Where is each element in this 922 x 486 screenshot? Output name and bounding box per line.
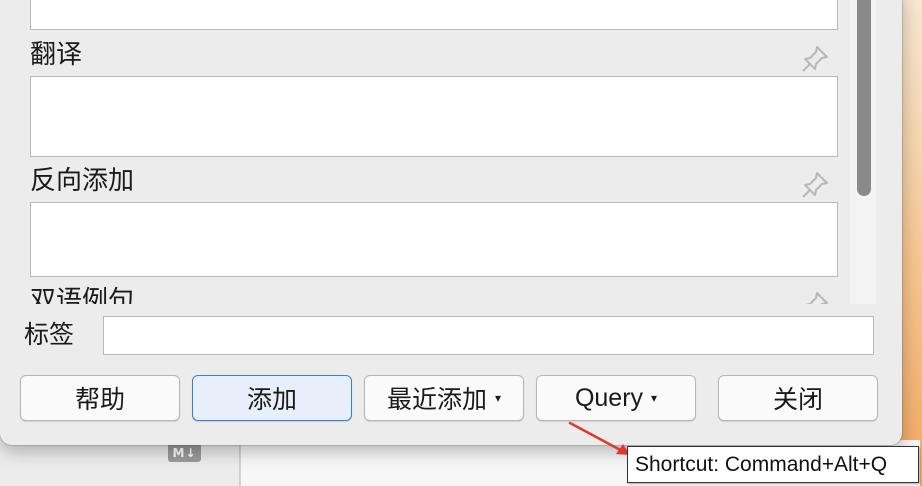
shortcut-tooltip: Shortcut: Command+Alt+Q — [627, 446, 919, 483]
field-input-previous[interactable] — [30, 0, 838, 30]
close-button-label: 关闭 — [772, 385, 823, 414]
add-button-label: 添加 — [246, 385, 297, 414]
help-button-label: 帮助 — [74, 385, 125, 414]
add-note-dialog: 翻译 反向添加 双语例句 标签 帮助 添加 最近添加 ▾ Query ▾ 关闭 — [0, 0, 902, 445]
caret-down-icon: ▾ — [494, 391, 502, 405]
recent-add-button-label: 最近添加 — [386, 385, 487, 414]
scrollbar-thumb[interactable] — [857, 0, 871, 196]
help-button[interactable]: 帮助 — [20, 375, 180, 421]
pin-icon[interactable] — [798, 168, 832, 202]
caret-down-icon: ▾ — [651, 391, 658, 405]
tags-label: 标签 — [24, 320, 75, 349]
tags-input[interactable] — [103, 316, 874, 355]
query-button-label: Query — [574, 383, 644, 412]
close-button[interactable]: 关闭 — [718, 375, 878, 421]
field-label-reverse-add: 反向添加 — [30, 166, 135, 196]
field-label-translation: 翻译 — [30, 40, 83, 70]
recent-add-button[interactable]: 最近添加 ▾ — [364, 375, 524, 421]
fields-scroll-area[interactable]: 翻译 反向添加 双语例句 — [0, 0, 876, 304]
field-label-bilingual-examples: 双语例句 — [30, 286, 135, 304]
markdown-badge: M↓ — [168, 443, 201, 462]
pin-icon[interactable] — [798, 42, 832, 76]
pin-icon[interactable] — [798, 288, 832, 304]
add-button[interactable]: 添加 — [192, 375, 352, 421]
field-input-translation[interactable] — [30, 76, 838, 157]
field-input-reverse-add[interactable] — [30, 202, 838, 277]
